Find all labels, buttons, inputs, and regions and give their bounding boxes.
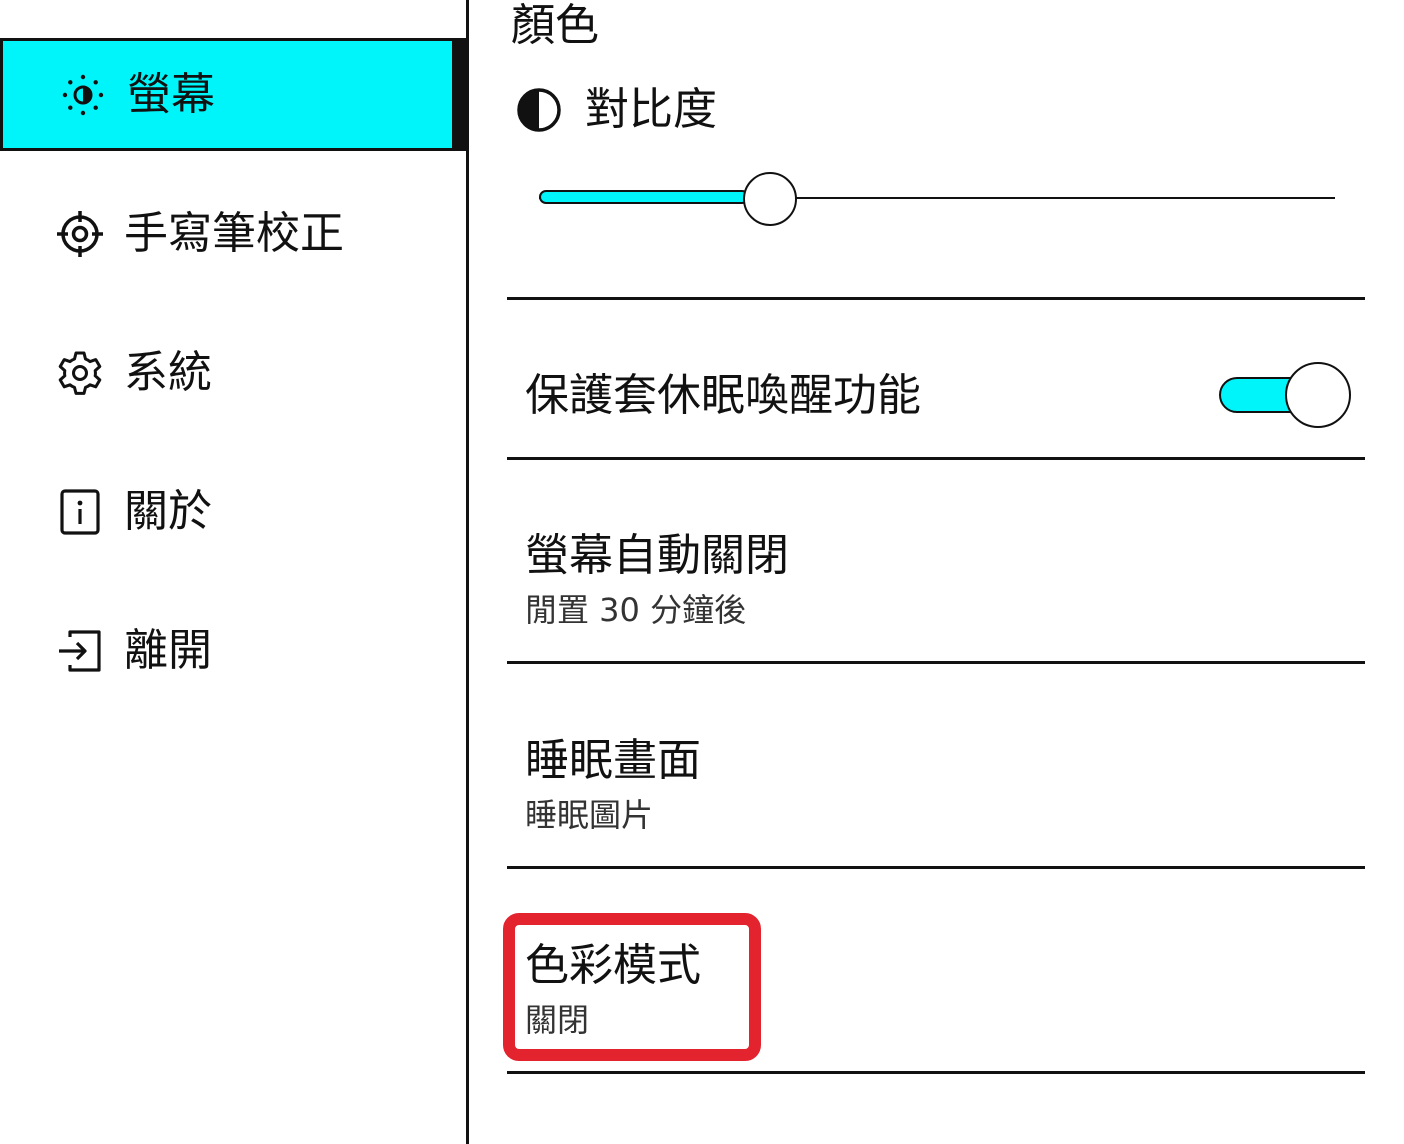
section-heading: 顏色: [511, 0, 599, 51]
sidebar-item-label: 系統: [124, 347, 212, 398]
divider: [507, 661, 1365, 664]
highlight-box: [503, 913, 761, 1061]
divider: [507, 1071, 1365, 1074]
contrast-slider[interactable]: [539, 168, 1335, 230]
sidebar-item-label: 螢幕: [127, 68, 215, 120]
crosshair-icon: [54, 208, 106, 260]
contrast-row: 對比度: [515, 84, 717, 136]
setting-subtitle: 閒置 30 分鐘後: [525, 591, 747, 629]
sidebar-item-label: 關於: [124, 486, 212, 537]
sidebar-item-about[interactable]: 關於: [0, 456, 466, 568]
sidebar: 螢幕 手寫筆校正 系統 關於 離開: [0, 0, 466, 1144]
contrast-icon: [517, 88, 561, 132]
cover-sleep-toggle[interactable]: [1219, 362, 1351, 428]
settings-app: 螢幕 手寫筆校正 系統 關於 離開 顏色 對比度 保護套休眠喚醒功能 螢幕自動關…: [0, 0, 1404, 1144]
sidebar-item-label: 手寫筆校正: [124, 208, 344, 259]
slider-fill: [539, 190, 749, 204]
sidebar-item-label: 離開: [124, 625, 212, 676]
setting-subtitle: 睡眠圖片: [525, 796, 654, 834]
gear-icon: [54, 347, 106, 399]
toggle-knob: [1285, 362, 1351, 428]
divider: [507, 866, 1365, 869]
sidebar-item-screen[interactable]: 螢幕: [0, 38, 466, 151]
sidebar-item-pen-calibration[interactable]: 手寫筆校正: [0, 178, 466, 290]
exit-icon: [54, 625, 106, 677]
cover-sleep-label: 保護套休眠喚醒功能: [525, 370, 921, 421]
divider: [507, 297, 1365, 300]
sidebar-item-exit[interactable]: 離開: [0, 595, 466, 707]
setting-title: 睡眠畫面: [525, 735, 701, 786]
contrast-label: 對比度: [585, 84, 717, 135]
settings-panel: 顏色 對比度 保護套休眠喚醒功能 螢幕自動關閉 閒置 30 分鐘後 睡眠畫面 睡…: [469, 0, 1404, 1144]
slider-thumb[interactable]: [742, 172, 797, 226]
sidebar-item-system[interactable]: 系統: [0, 317, 466, 429]
setting-title: 螢幕自動關閉: [525, 530, 789, 581]
divider: [507, 457, 1365, 460]
info-icon: [54, 486, 106, 538]
brightness-icon: [57, 69, 109, 121]
